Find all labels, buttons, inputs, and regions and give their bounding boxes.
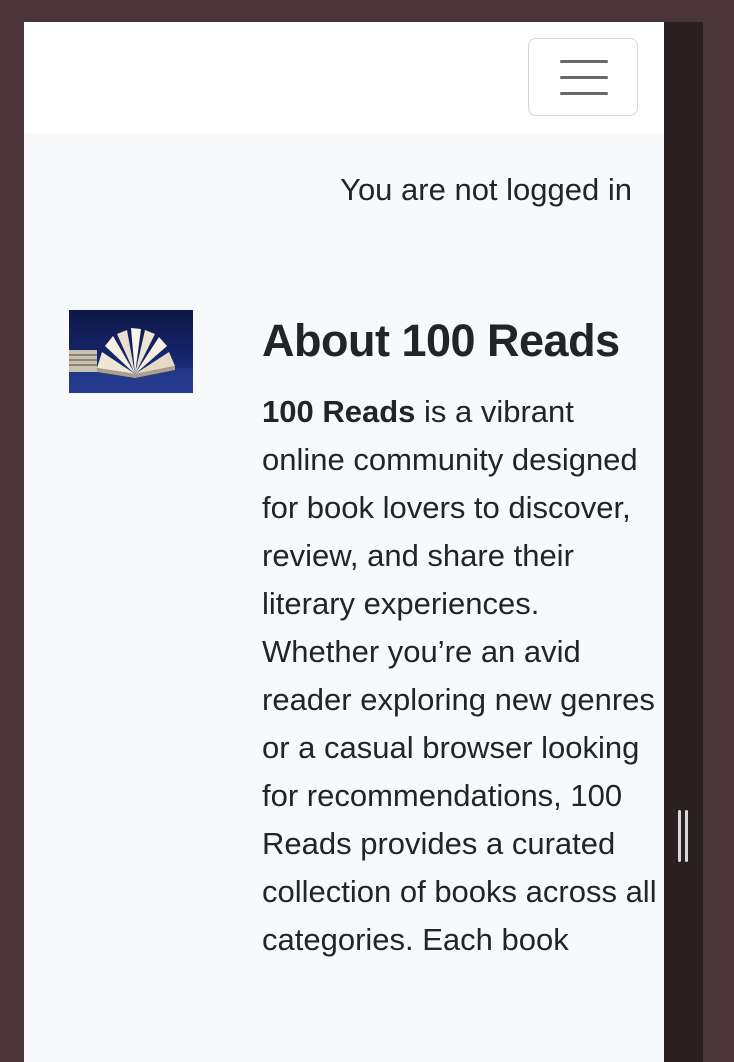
- browser-viewport: You are not logged in About 100 Reads 10…: [24, 22, 664, 1062]
- navbar: [24, 22, 664, 134]
- brand-name: 100 Reads: [262, 394, 416, 429]
- about-body-text: is a vibrant online community designed f…: [262, 394, 657, 957]
- resize-handle[interactable]: [677, 810, 689, 862]
- about-description: 100 Reads is a vibrant online community …: [262, 388, 657, 964]
- window-side-panel: [664, 22, 703, 1062]
- navbar-toggle-button[interactable]: [528, 38, 638, 116]
- open-book-icon: [69, 328, 193, 393]
- about-section: About 100 Reads 100 Reads is a vibrant o…: [262, 314, 657, 964]
- hamburger-menu-icon: [560, 60, 608, 96]
- login-status-text: You are not logged in: [340, 172, 632, 207]
- about-title: About 100 Reads: [262, 315, 620, 366]
- book-image: [69, 310, 193, 393]
